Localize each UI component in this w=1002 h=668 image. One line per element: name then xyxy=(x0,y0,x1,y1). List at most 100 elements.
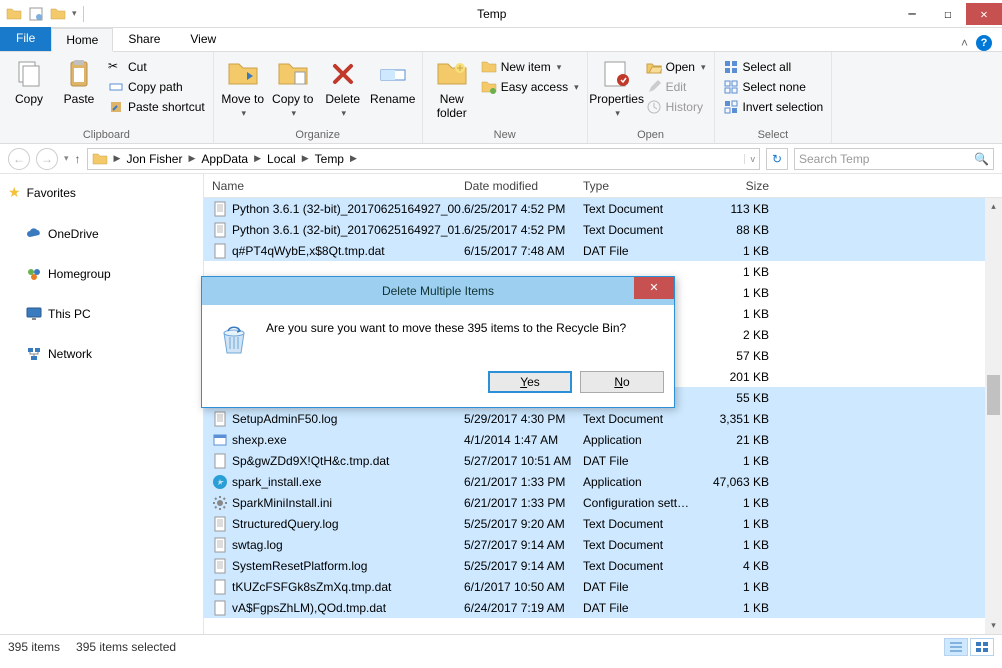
select-none-icon xyxy=(723,79,739,95)
address-bar[interactable]: ▶ Jon Fisher ▶ AppData ▶ Local ▶ Temp ▶ … xyxy=(87,148,760,170)
file-row[interactable]: StructuredQuery.log5/25/2017 9:20 AMText… xyxy=(204,513,1002,534)
history-button[interactable]: History xyxy=(644,98,708,116)
forward-button[interactable]: → xyxy=(36,148,58,170)
file-row[interactable]: Sp&gwZDd9X!QtH&c.tmp.dat5/27/2017 10:51 … xyxy=(204,450,1002,471)
file-row[interactable]: SparkMiniInstall.ini6/21/2017 1:33 PMCon… xyxy=(204,492,1002,513)
qat-dropdown-icon[interactable]: ▾ xyxy=(72,8,77,19)
crumb-0[interactable]: Jon Fisher xyxy=(126,152,182,166)
file-row[interactable]: tKUZcFSFGk8sZmXq.tmp.dat6/1/2017 10:50 A… xyxy=(204,576,1002,597)
dialog-title-bar[interactable]: Delete Multiple Items ✕ xyxy=(202,277,674,305)
maximize-button[interactable]: ☐ xyxy=(930,3,966,25)
file-name: q#PT4qWybE,x$8Qt.tmp.dat xyxy=(232,244,385,258)
up-button[interactable]: ↑ xyxy=(75,152,81,166)
copy-button[interactable]: Copy xyxy=(6,58,52,106)
qat-properties-icon[interactable] xyxy=(28,6,44,22)
share-tab[interactable]: Share xyxy=(113,27,175,51)
file-row[interactable]: SystemResetPlatform.log5/25/2017 9:14 AM… xyxy=(204,555,1002,576)
scroll-up-icon[interactable]: ▴ xyxy=(985,198,1002,215)
file-size: 1 KB xyxy=(707,538,777,552)
chevron-right-icon[interactable]: ▶ xyxy=(112,153,123,164)
move-to-button[interactable]: Move to xyxy=(220,58,266,119)
collapse-ribbon-icon[interactable]: ˄ xyxy=(961,36,968,50)
search-input[interactable] xyxy=(799,152,974,166)
shortcut-icon xyxy=(108,99,124,115)
qat-newfolder-icon[interactable] xyxy=(50,6,66,22)
minimize-button[interactable]: ─ xyxy=(894,3,930,25)
recent-dropdown-icon[interactable]: ▾ xyxy=(64,153,69,164)
address-dropdown-icon[interactable]: v xyxy=(744,154,756,164)
qat-folder-icon[interactable] xyxy=(6,6,22,22)
file-row[interactable]: shexp.exe4/1/2014 1:47 AMApplication21 K… xyxy=(204,429,1002,450)
title-bar: ▾ Temp ─ ☐ ✕ xyxy=(0,0,1002,28)
refresh-button[interactable]: ↻ xyxy=(766,148,788,170)
col-type[interactable]: Type xyxy=(583,179,707,193)
file-row[interactable]: vA$FgpsZhLM),QOd.tmp.dat6/24/2017 7:19 A… xyxy=(204,597,1002,618)
easy-access-button[interactable]: Easy access xyxy=(479,78,581,96)
paste-shortcut-button[interactable]: Paste shortcut xyxy=(106,98,207,116)
new-folder-button[interactable]: New folder xyxy=(429,58,475,120)
sidebar-network[interactable]: Network xyxy=(0,343,203,365)
properties-button[interactable]: Properties xyxy=(594,58,640,119)
crumb-3[interactable]: Temp xyxy=(315,152,344,166)
dialog-yes-button[interactable]: Yes xyxy=(488,371,572,393)
sidebar-favorites[interactable]: ★ Favorites xyxy=(0,180,203,205)
delete-button[interactable]: Delete xyxy=(320,58,366,119)
file-icon xyxy=(212,411,228,427)
file-date: 5/25/2017 9:20 AM xyxy=(464,517,583,531)
paste-button[interactable]: Paste xyxy=(56,58,102,106)
file-type: DAT File xyxy=(583,601,707,615)
dialog-no-button[interactable]: No xyxy=(580,371,664,393)
crumb-1[interactable]: AppData xyxy=(201,152,248,166)
scroll-down-icon[interactable]: ▾ xyxy=(985,617,1002,634)
copy-path-button[interactable]: Copy path xyxy=(106,78,207,96)
file-row[interactable]: Python 3.6.1 (32-bit)_20170625164927_00…… xyxy=(204,198,1002,219)
select-all-button[interactable]: Select all xyxy=(721,58,826,76)
file-name: tKUZcFSFGk8sZmXq.tmp.dat xyxy=(232,580,391,594)
scroll-thumb[interactable] xyxy=(987,375,1000,415)
view-tab[interactable]: View xyxy=(175,27,231,51)
crumb-2[interactable]: Local xyxy=(267,152,296,166)
new-item-button[interactable]: New item xyxy=(479,58,581,76)
file-row[interactable]: SetupAdminF50.log5/29/2017 4:30 PMText D… xyxy=(204,408,1002,429)
chevron-right-icon[interactable]: ▶ xyxy=(252,153,263,164)
col-name[interactable]: Name xyxy=(204,179,464,193)
open-button[interactable]: Open xyxy=(644,58,708,76)
home-tab[interactable]: Home xyxy=(51,28,113,52)
back-button[interactable]: ← xyxy=(8,148,30,170)
col-date[interactable]: Date modified xyxy=(464,179,583,193)
file-size: 1 KB xyxy=(707,580,777,594)
organize-group-label: Organize xyxy=(220,129,416,143)
select-none-button[interactable]: Select none xyxy=(721,78,826,96)
cut-button[interactable]: ✂Cut xyxy=(106,58,207,76)
file-row[interactable]: spark_install.exe6/21/2017 1:33 PMApplic… xyxy=(204,471,1002,492)
dialog-close-button[interactable]: ✕ xyxy=(634,277,674,299)
search-box[interactable]: 🔍 xyxy=(794,148,994,170)
sidebar-homegroup[interactable]: Homegroup xyxy=(0,263,203,285)
file-row[interactable]: swtag.log5/27/2017 9:14 AMText Document1… xyxy=(204,534,1002,555)
thumbnails-view-button[interactable] xyxy=(970,638,994,656)
vertical-scrollbar[interactable]: ▴ ▾ xyxy=(985,198,1002,634)
col-size[interactable]: Size xyxy=(707,179,777,193)
chevron-right-icon[interactable]: ▶ xyxy=(186,153,197,164)
close-button[interactable]: ✕ xyxy=(966,3,1002,25)
rename-button[interactable]: Rename xyxy=(370,58,416,106)
file-icon xyxy=(212,558,228,574)
recycle-bin-icon xyxy=(216,321,252,357)
file-row[interactable]: q#PT4qWybE,x$8Qt.tmp.dat6/15/2017 7:48 A… xyxy=(204,240,1002,261)
file-name: SetupAdminF50.log xyxy=(232,412,337,426)
path-icon xyxy=(108,79,124,95)
copy-to-button[interactable]: Copy to xyxy=(270,58,316,119)
file-tab[interactable]: File xyxy=(0,27,51,51)
file-date: 5/27/2017 10:51 AM xyxy=(464,454,583,468)
chevron-right-icon[interactable]: ▶ xyxy=(348,153,359,164)
edit-button[interactable]: Edit xyxy=(644,78,708,96)
chevron-right-icon[interactable]: ▶ xyxy=(300,153,311,164)
file-row[interactable]: Python 3.6.1 (32-bit)_20170625164927_01…… xyxy=(204,219,1002,240)
help-icon[interactable]: ? xyxy=(976,35,992,51)
invert-selection-button[interactable]: Invert selection xyxy=(721,98,826,116)
column-headers[interactable]: Name Date modified Type Size xyxy=(204,174,1002,198)
details-view-button[interactable] xyxy=(944,638,968,656)
sidebar-onedrive[interactable]: OneDrive xyxy=(0,223,203,245)
ribbon-tabs: File Home Share View ˄ ? xyxy=(0,28,1002,52)
sidebar-this-pc[interactable]: This PC xyxy=(0,303,203,325)
